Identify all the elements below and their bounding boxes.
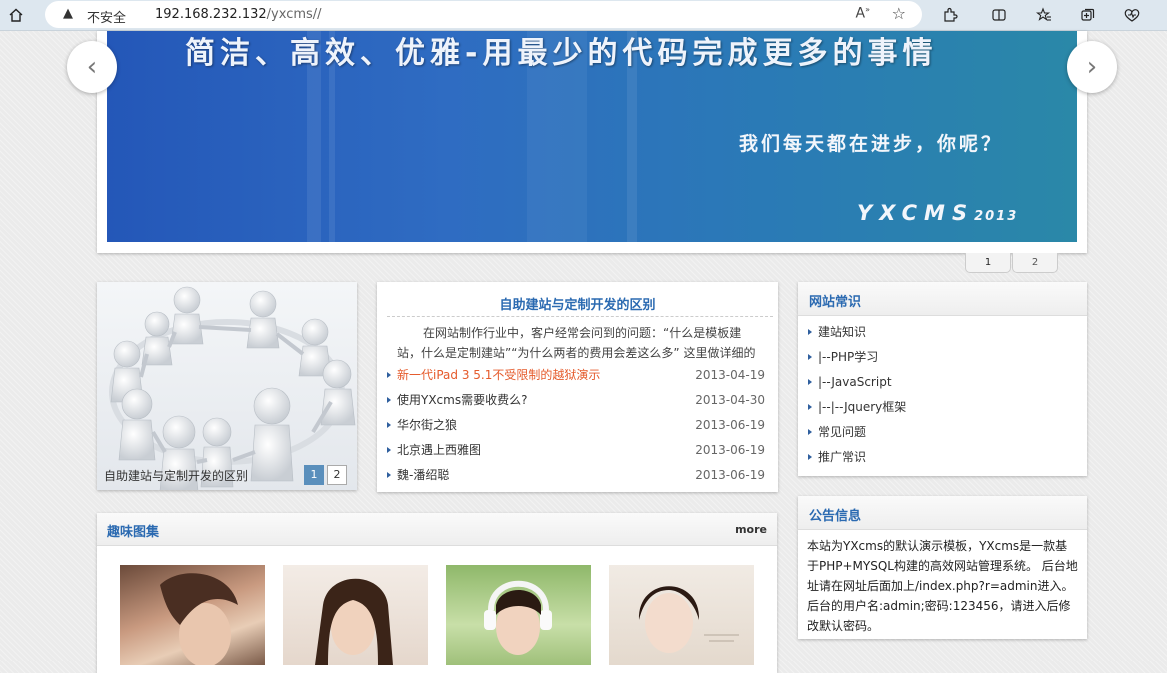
news-item-title[interactable]: 使用YXcms需要收费么?: [397, 393, 527, 407]
banner-headline: 简洁、高效、优雅-用最少的代码完成更多的事情: [185, 36, 938, 71]
news-panel: 自助建站与定制开发的区别 在网站制作行业中，客户经常会问到的问题：“什么是模板建…: [377, 282, 778, 492]
notice-text: 本站为YXcms的默认演示模板，YXcms是一款基于PHP+MYSQL构建的高效…: [807, 539, 1078, 633]
more-link[interactable]: more: [735, 523, 767, 536]
not-secure-label: 不安全: [87, 11, 127, 26]
news-item-date: 2013-04-30: [695, 393, 765, 407]
notice-title[interactable]: 公告信息: [809, 505, 861, 524]
address-bar[interactable]: ▲ 不安全 192.168.232.132/yxcms// A» ☆: [45, 1, 922, 28]
banner-slogan: 我们每天都在进步，你呢？: [739, 133, 1004, 155]
people-circle-illustration[interactable]: [97, 282, 357, 490]
list-item[interactable]: 华尔街之狼 2013-06-19: [387, 413, 765, 438]
category-link[interactable]: 常见问题: [818, 425, 866, 439]
banner-image[interactable]: 简洁、高效、优雅-用最少的代码完成更多的事情 我们每天都在进步，你呢？ YXCM…: [107, 31, 1077, 242]
url-text[interactable]: 192.168.232.132/yxcms//: [155, 7, 322, 22]
photo-caption[interactable]: 自助建站与定制开发的区别: [104, 467, 248, 484]
knowledge-list: 建站知识 |--PHP学习 |--JavaScript |--|--Jquery…: [808, 320, 1078, 470]
news-item-date: 2013-06-19: [695, 418, 765, 432]
news-item-title[interactable]: 新一代iPad 3 5.1不受限制的越狱演示: [397, 368, 600, 382]
read-aloud-icon[interactable]: A»: [856, 5, 870, 22]
list-item[interactable]: 使用YXcms需要收费么? 2013-04-30: [387, 388, 765, 413]
bullet-icon: [387, 447, 391, 453]
news-item-title[interactable]: 魏-潘绍聪: [397, 468, 449, 482]
banner-page-1[interactable]: 1: [965, 253, 1011, 273]
slider-prev-button[interactable]: ‹: [67, 41, 117, 93]
list-item[interactable]: |--PHP学习: [808, 345, 1078, 370]
gallery-image-4[interactable]: [609, 565, 754, 665]
bullet-icon: [387, 472, 391, 478]
news-item-date: 2013-06-19: [695, 443, 765, 457]
news-list: 新一代iPad 3 5.1不受限制的越狱演示 2013-04-19 使用YXcms…: [387, 363, 765, 488]
gallery-panel: 趣味图集 more: [97, 513, 777, 673]
news-summary: 在网站制作行业中，客户经常会问到的问题：“什么是模板建站，什么是定制建站”“为什…: [397, 326, 756, 360]
category-link[interactable]: 建站知识: [818, 325, 866, 339]
list-item[interactable]: |--JavaScript: [808, 370, 1078, 395]
category-link[interactable]: |--JavaScript: [818, 375, 892, 389]
list-item[interactable]: |--|--Jquery框架: [808, 395, 1078, 420]
category-link[interactable]: |--PHP学习: [818, 350, 878, 364]
photo-page-2[interactable]: 2: [327, 465, 347, 485]
divider: [387, 316, 773, 317]
chevron-left-icon: ‹: [86, 52, 98, 82]
bullet-icon: [808, 454, 812, 460]
home-icon[interactable]: [6, 5, 26, 25]
chevron-right-icon: ›: [1086, 52, 1098, 82]
url-path: /yxcms//: [266, 7, 322, 22]
warning-icon: ▲: [63, 6, 73, 21]
category-link[interactable]: 推广常识: [818, 450, 866, 464]
knowledge-header: 网站常识: [798, 282, 1087, 316]
split-screen-icon[interactable]: [989, 5, 1009, 25]
knowledge-title[interactable]: 网站常识: [809, 291, 861, 310]
bullet-icon: [387, 422, 391, 428]
news-item-title[interactable]: 北京遇上西雅图: [397, 443, 481, 457]
category-link[interactable]: |--|--Jquery框架: [818, 400, 906, 414]
extensions-icon[interactable]: [940, 5, 960, 25]
bullet-icon: [808, 354, 812, 360]
photo-page-1[interactable]: 1: [304, 465, 324, 485]
browser-toolbar: ▲ 不安全 192.168.232.132/yxcms// A» ☆: [0, 0, 1167, 31]
collections-icon[interactable]: [1078, 5, 1098, 25]
gallery-image-2[interactable]: [283, 565, 428, 665]
bullet-icon: [387, 397, 391, 403]
gallery-header: 趣味图集 more: [97, 513, 777, 546]
knowledge-panel: 网站常识 建站知识 |--PHP学习 |--JavaScript |--|--J…: [798, 282, 1087, 476]
news-item-title[interactable]: 华尔街之狼: [397, 418, 457, 432]
list-item[interactable]: 建站知识: [808, 320, 1078, 345]
bullet-icon: [808, 329, 812, 335]
notice-header: 公告信息: [798, 496, 1087, 530]
gallery-image-1[interactable]: [120, 565, 265, 665]
list-item[interactable]: 魏-潘绍聪 2013-06-19: [387, 463, 765, 488]
notice-panel: 公告信息 本站为YXcms的默认演示模板，YXcms是一款基于PHP+MYSQL…: [798, 496, 1087, 639]
photo-slider: 自助建站与定制开发的区别 1 2: [97, 282, 357, 490]
news-item-date: 2013-04-19: [695, 368, 765, 382]
banner-brand-year: 2013: [974, 209, 1019, 224]
bullet-icon: [808, 429, 812, 435]
gallery-title[interactable]: 趣味图集: [107, 521, 159, 540]
browser-essentials-icon[interactable]: [1122, 5, 1142, 25]
banner-brand-name: YXCMS: [857, 201, 975, 225]
slider-next-button[interactable]: ›: [1067, 41, 1117, 93]
banner-brand: YXCMS2013: [857, 201, 1018, 225]
banner-page-2[interactable]: 2: [1012, 253, 1058, 273]
gallery-image-3[interactable]: [446, 565, 591, 665]
list-item[interactable]: 常见问题: [808, 420, 1078, 445]
bullet-icon: [808, 404, 812, 410]
list-item[interactable]: 新一代iPad 3 5.1不受限制的越狱演示 2013-04-19: [387, 363, 765, 388]
favorites-icon[interactable]: [1034, 5, 1054, 25]
news-item-date: 2013-06-19: [695, 468, 765, 482]
list-item[interactable]: 北京遇上西雅图 2013-06-19: [387, 438, 765, 463]
bullet-icon: [387, 372, 391, 378]
favorite-star-icon[interactable]: ☆: [892, 4, 906, 23]
banner-slider: 简洁、高效、优雅-用最少的代码完成更多的事情 我们每天都在进步，你呢？ YXCM…: [97, 31, 1087, 253]
list-item[interactable]: 推广常识: [808, 445, 1078, 470]
bullet-icon: [808, 379, 812, 385]
news-headline[interactable]: 自助建站与定制开发的区别: [377, 294, 778, 313]
url-host: 192.168.232.132: [155, 7, 267, 22]
